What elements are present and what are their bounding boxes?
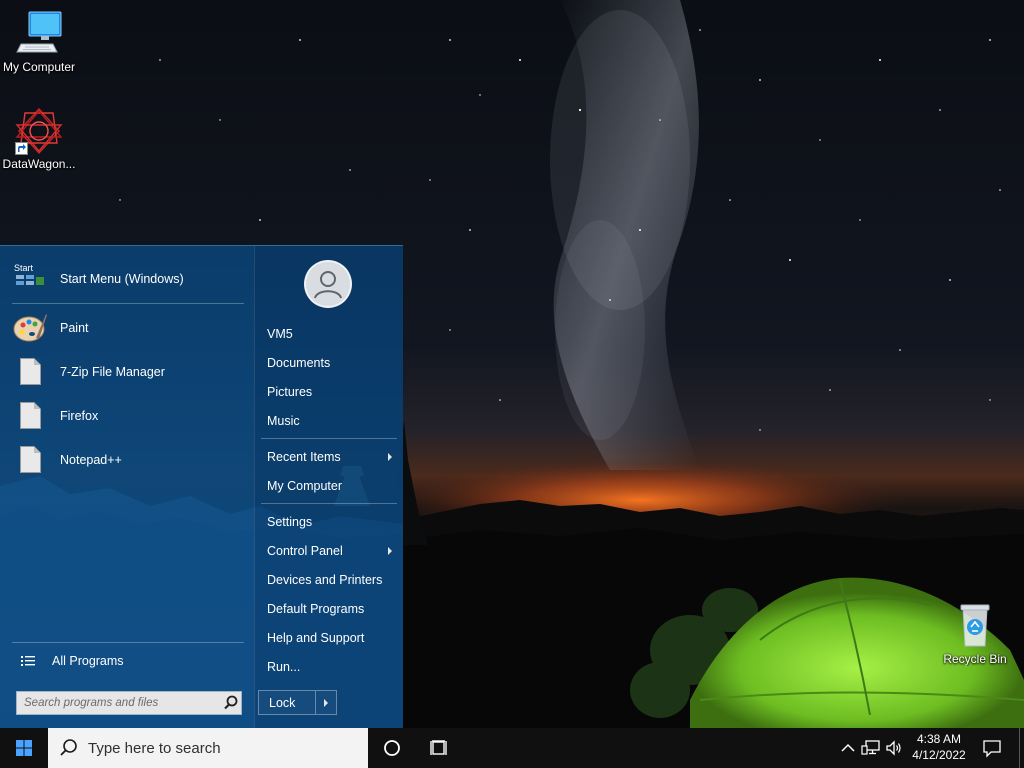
windows-logo-icon [16, 740, 32, 756]
chevron-up-icon[interactable] [838, 738, 858, 758]
svg-text:Start: Start [14, 263, 34, 273]
cortana-button[interactable] [368, 728, 416, 768]
right-item-label: Settings [267, 515, 313, 529]
right-item-label: Control Panel [267, 544, 343, 558]
shortcut-arrow-icon [15, 142, 28, 155]
desktop-icon-recycle-bin[interactable]: Recycle Bin [936, 602, 1014, 666]
right-item-label: My Computer [267, 479, 343, 493]
right-item-run[interactable]: Run... [261, 655, 397, 679]
right-item-default-programs[interactable]: Default Programs [261, 597, 397, 621]
program-item-label: Notepad++ [60, 453, 122, 467]
task-view-icon [430, 740, 447, 755]
start-menu-left-pane: Start Start Menu (Windows) Paint 7-Zip F… [0, 246, 254, 728]
start-menu-search-box [16, 691, 242, 715]
clock-date: 4/12/2022 [912, 748, 966, 762]
program-item-label: 7-Zip File Manager [60, 365, 165, 379]
right-item-music[interactable]: Music [261, 409, 397, 433]
all-programs-label: All Programs [52, 654, 124, 668]
start-menu-divider [12, 303, 244, 304]
search-icon [48, 728, 88, 768]
program-item-paint[interactable]: Paint [12, 308, 244, 348]
monitor-icon [15, 10, 63, 58]
lock-button[interactable]: Lock [259, 696, 315, 710]
program-item-label: Firefox [60, 409, 99, 423]
paint-palette-icon [12, 310, 48, 346]
right-item-my-computer[interactable]: My Computer [261, 474, 397, 498]
taskbar-search-box [48, 728, 368, 768]
desktop-icon-label: DataWagon... [2, 157, 76, 171]
right-item-label: Music [267, 414, 300, 428]
program-item-label: Paint [60, 321, 89, 335]
right-item-control-panel[interactable]: Control Panel [261, 539, 397, 563]
start-menu-app-icon: Start [12, 261, 48, 297]
show-desktop-button[interactable] [1019, 728, 1024, 768]
submenu-arrow-icon [388, 547, 392, 555]
start-menu-divider [261, 503, 397, 504]
right-item-help-and-support[interactable]: Help and Support [261, 626, 397, 650]
start-menu-header-label: Start Menu (Windows) [60, 272, 184, 286]
notification-icon[interactable] [982, 738, 1002, 758]
lock-button-group: Lock [258, 690, 337, 715]
submenu-arrow-icon [388, 453, 392, 461]
right-item-label: VM5 [267, 327, 293, 341]
start-menu-right-pane: VM5 Documents Pictures Music Recent Item… [254, 246, 403, 728]
right-item-label: Documents [267, 356, 331, 370]
desktop-icon-label: Recycle Bin [943, 652, 1007, 666]
right-item-label: Default Programs [267, 602, 365, 616]
taskbar: 4:38 AM 4/12/2022 [0, 728, 1024, 768]
recycle-bin-icon [951, 602, 999, 650]
document-icon [12, 442, 48, 478]
taskbar-search-input[interactable] [88, 728, 368, 768]
start-menu-divider [12, 642, 244, 643]
start-menu-search-input[interactable] [17, 692, 221, 714]
list-icon [20, 653, 36, 669]
all-programs-button[interactable]: All Programs [12, 648, 244, 674]
document-icon [12, 398, 48, 434]
desktop-icon-label: My Computer [2, 60, 76, 74]
right-item-label: Help and Support [267, 631, 365, 645]
right-item-label: Run... [267, 660, 301, 674]
start-menu: Start Start Menu (Windows) Paint 7-Zip F… [0, 245, 403, 728]
start-menu-divider [261, 438, 397, 439]
datawagon-logo-icon [15, 107, 63, 155]
right-item-devices-and-printers[interactable]: Devices and Printers [261, 568, 397, 592]
clock-time: 4:38 AM [916, 732, 962, 746]
lock-options-button[interactable] [316, 691, 336, 714]
start-menu-header-item[interactable]: Start Start Menu (Windows) [12, 259, 244, 299]
program-item-7-zip[interactable]: 7-Zip File Manager [12, 352, 244, 392]
desktop-icon-datawagon[interactable]: DataWagon... [0, 107, 78, 171]
right-item-vm5[interactable]: VM5 [261, 322, 397, 346]
document-icon [12, 354, 48, 390]
desktop-icon-my-computer[interactable]: My Computer [0, 10, 78, 74]
volume-icon[interactable] [884, 738, 904, 758]
right-item-settings[interactable]: Settings [261, 510, 397, 534]
chevron-right-icon [324, 699, 328, 707]
network-icon[interactable] [861, 738, 881, 758]
user-avatar-icon[interactable] [304, 260, 352, 308]
task-view-button[interactable] [416, 728, 464, 768]
program-item-firefox[interactable]: Firefox [12, 396, 244, 436]
start-button[interactable] [0, 728, 48, 768]
right-item-pictures[interactable]: Pictures [261, 380, 397, 404]
right-item-label: Devices and Printers [267, 573, 383, 587]
right-item-label: Pictures [267, 385, 313, 399]
program-item-notepad-plus-plus[interactable]: Notepad++ [12, 440, 244, 480]
search-icon[interactable] [221, 693, 241, 713]
right-item-recent-items[interactable]: Recent Items [261, 445, 397, 469]
cortana-circle-icon [384, 740, 400, 756]
right-item-documents[interactable]: Documents [261, 351, 397, 375]
right-item-label: Recent Items [267, 450, 341, 464]
taskbar-clock[interactable]: 4:38 AM 4/12/2022 [903, 731, 975, 765]
